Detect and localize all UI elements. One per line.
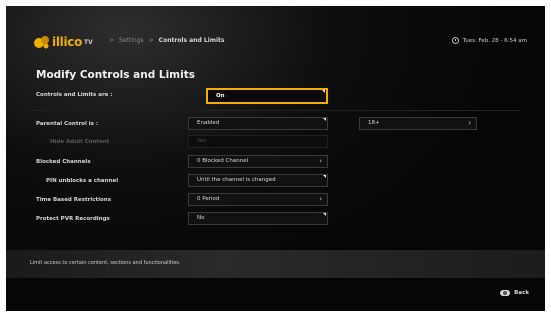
breadcrumb: > Settings > Controls and Limits: [104, 37, 224, 44]
back-button-icon: [500, 290, 511, 296]
hide-adult-label: Hide Adult Content: [50, 139, 110, 145]
parental-select[interactable]: Enabled: [188, 117, 328, 130]
divider: [30, 110, 520, 111]
blocked-label: Blocked Channels: [36, 159, 91, 165]
option-corner-icon: [323, 118, 326, 121]
hide-adult-value: Yes: [197, 138, 206, 144]
brand-name: illico: [52, 35, 83, 49]
illico-logo-icon: [34, 35, 50, 49]
controls-value: On: [216, 93, 225, 99]
time-label: Time Based Restrictions: [36, 197, 111, 203]
row-pin: PIN unblocks a channel Until the channel…: [36, 174, 516, 190]
row-hide-adult: Hide Adult Content Yes: [36, 135, 516, 151]
rating-select[interactable]: 18+ ›: [359, 117, 477, 130]
breadcrumb-current: Controls and Limits: [158, 37, 225, 44]
pvr-select[interactable]: No: [188, 212, 328, 225]
datetime-text: Tues. Feb. 28 - 6:54 am: [462, 37, 527, 44]
brand-suffix: TV: [84, 38, 93, 46]
option-corner-icon: [323, 213, 326, 216]
hide-adult-select: Yes: [188, 135, 328, 148]
pvr-value: No: [197, 215, 205, 221]
tv-screen: illico TV > Settings > Controls and Limi…: [6, 6, 545, 311]
controls-label: Controls and Limits are :: [36, 92, 113, 98]
pin-label: PIN unblocks a channel: [46, 178, 119, 184]
clock-icon: [451, 37, 459, 44]
chevron-right-icon: ›: [319, 195, 322, 203]
blocked-value: 0 Blocked Channel: [197, 158, 249, 164]
pin-select[interactable]: Until the channel is changed: [188, 174, 328, 187]
row-time: Time Based Restrictions 0 Period ›: [36, 193, 516, 209]
time-value: 0 Period: [197, 196, 220, 202]
brand-logo: illico TV: [34, 35, 93, 49]
description-text: Limit access to certain content, section…: [30, 260, 181, 266]
pin-value: Until the channel is changed: [197, 177, 276, 183]
datetime: Tues. Feb. 28 - 6:54 am: [451, 37, 527, 44]
pvr-label: Protect PVR Recordings: [36, 216, 110, 222]
breadcrumb-separator: >: [109, 37, 115, 44]
time-restrictions-button[interactable]: 0 Period ›: [188, 193, 328, 206]
breadcrumb-separator: >: [148, 37, 154, 44]
rating-value: 18+: [368, 120, 380, 126]
row-blocked: Blocked Channels 0 Blocked Channel ›: [36, 155, 516, 171]
option-corner-icon: [323, 175, 326, 178]
chevron-right-icon: ›: [319, 157, 322, 165]
option-corner-icon: [322, 90, 325, 93]
breadcrumb-settings[interactable]: Settings: [119, 37, 144, 44]
row-parental: Parental Control is : Enabled 18+ ›: [36, 117, 516, 133]
row-controls: Controls and Limits are : On: [36, 88, 516, 104]
back-button[interactable]: Back: [500, 290, 529, 296]
controls-toggle[interactable]: On: [206, 88, 328, 104]
parental-label: Parental Control is :: [36, 121, 99, 127]
blocked-channels-button[interactable]: 0 Blocked Channel ›: [188, 155, 328, 168]
parental-value: Enabled: [197, 120, 220, 126]
back-label: Back: [514, 290, 529, 296]
row-pvr: Protect PVR Recordings No: [36, 212, 516, 228]
page-title: Modify Controls and Limits: [36, 69, 195, 81]
chevron-right-icon: ›: [468, 119, 471, 127]
header: illico TV > Settings > Controls and Limi…: [6, 6, 545, 58]
